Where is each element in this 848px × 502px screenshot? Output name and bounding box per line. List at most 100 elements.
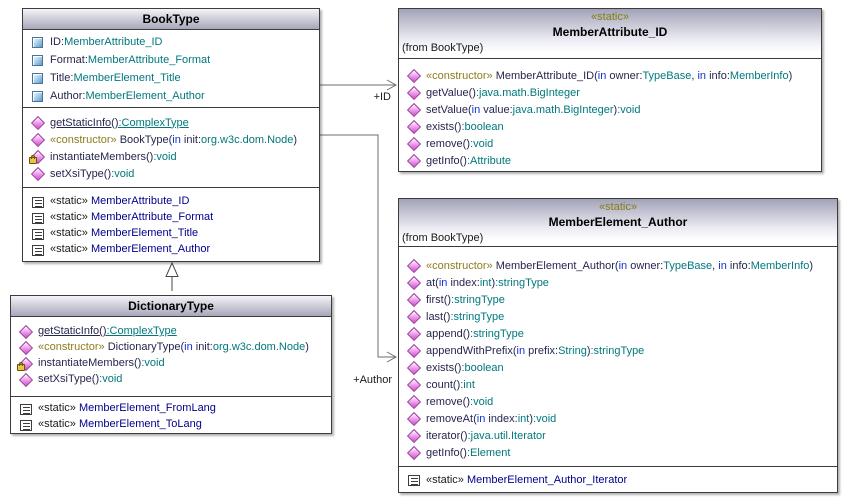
operation-row[interactable]: first():stringType [399, 291, 837, 308]
member-signature: first():stringType [426, 294, 505, 306]
nested-class-row[interactable]: «static» MemberElement_FromLang [11, 400, 331, 416]
member-signature: exists():boolean [426, 362, 504, 374]
member-signature: ID:MemberAttribute_ID [50, 36, 163, 48]
operation-row[interactable]: «constructor» BookType(in init:org.w3c.d… [23, 131, 319, 148]
open-arrow-icon [387, 352, 396, 362]
operation-diamond-icon [407, 378, 420, 391]
member-signature: at(in index:int):stringType [426, 277, 549, 289]
operation-diamond-icon [407, 395, 420, 408]
operation-row[interactable]: setXsiType():void [23, 165, 319, 182]
nested-class-row[interactable]: «static» MemberElement_Title [23, 225, 319, 241]
nested-class-icon [31, 227, 44, 240]
class-box-memberelement-author[interactable]: «static» MemberElement_Author (from Book… [398, 198, 838, 493]
operation-diamond-icon [407, 154, 420, 167]
operation-diamond-icon [407, 446, 420, 459]
class-title-bar[interactable]: «static» MemberElement_Author (from Book… [399, 199, 837, 246]
member-signature: «static» MemberAttribute_ID [50, 195, 189, 207]
member-signature: «constructor» MemberAttribute_ID(in owne… [426, 70, 792, 82]
operation-row[interactable]: at(in index:int):stringType [399, 274, 837, 291]
attribute-icon [31, 90, 44, 103]
operation-row[interactable]: last():stringType [399, 308, 837, 325]
class-from-label: (from BookType) [399, 231, 837, 246]
operation-row[interactable]: iterator():java.util.Iterator [399, 427, 837, 444]
class-box-booktype[interactable]: BookType ID:MemberAttribute_ID Format:Mem… [22, 8, 320, 262]
nested-class-row[interactable]: «static» MemberElement_Author_Iterator [399, 471, 837, 488]
operation-row[interactable]: getStaticInfo():ComplexType [23, 114, 319, 131]
nested-classifiers-compartment: «static» MemberElement_Author_Iterator [399, 466, 837, 492]
nested-class-icon [19, 402, 32, 415]
association-role-label[interactable]: +Author [353, 374, 392, 386]
operation-diamond-icon [407, 103, 420, 116]
uml-diagram-canvas: { "classes": { "bookType": { "name": "Bo… [0, 0, 848, 502]
operation-row[interactable]: instantiateMembers():void [11, 355, 331, 371]
operation-row[interactable]: appendWithPrefix(in prefix:String):strin… [399, 342, 837, 359]
member-signature: getInfo():Attribute [426, 155, 511, 167]
operation-diamond-icon [19, 325, 32, 338]
operation-diamond-icon [407, 137, 420, 150]
open-arrow-icon [387, 80, 396, 90]
operation-row[interactable]: instantiateMembers():void [23, 148, 319, 165]
operation-diamond-icon [407, 69, 420, 82]
association-id[interactable]: +ID [320, 80, 396, 103]
member-signature: «constructor» MemberElement_Author(in ow… [426, 260, 813, 272]
class-stereotype: «static» [399, 200, 837, 214]
class-name: DictionaryType [11, 296, 331, 316]
class-title-bar[interactable]: BookType [23, 9, 319, 29]
nested-class-row[interactable]: «static» MemberAttribute_Format [23, 209, 319, 225]
operation-diamond-icon [19, 341, 32, 354]
operation-row[interactable]: getValue():java.math.BigInteger [399, 84, 821, 101]
member-signature: «constructor» BookType(in init:org.w3c.d… [50, 134, 297, 146]
operation-row[interactable]: getInfo():Attribute [399, 152, 821, 169]
nested-class-row[interactable]: «static» MemberElement_Author [23, 241, 319, 257]
member-signature: append():stringType [426, 328, 524, 340]
nested-class-row[interactable]: «static» MemberAttribute_ID [23, 193, 319, 209]
operation-row[interactable]: getInfo():Element [399, 444, 837, 461]
operation-row[interactable]: setValue(in value:java.math.BigInteger):… [399, 101, 821, 118]
operation-row[interactable]: append():stringType [399, 325, 837, 342]
member-signature: count():int [426, 379, 475, 391]
class-box-memberattribute-id[interactable]: «static» MemberAttribute_ID (from BookTy… [398, 8, 822, 172]
class-name: MemberAttribute_ID [399, 24, 821, 41]
attribute-row[interactable]: Title:MemberElement_Title [23, 69, 319, 87]
class-box-dictionarytype[interactable]: DictionaryType getStaticInfo():ComplexTy… [10, 295, 332, 434]
nested-class-icon [31, 195, 44, 208]
member-signature: getStaticInfo():ComplexType [50, 117, 189, 129]
class-from-label: (from BookType) [399, 41, 821, 56]
class-title-bar[interactable]: DictionaryType [11, 296, 331, 316]
operations-compartment: «constructor» MemberElement_Author(in ow… [399, 246, 837, 466]
attribute-icon [31, 54, 44, 67]
operation-row[interactable]: «constructor» MemberAttribute_ID(in owne… [399, 67, 821, 84]
operation-diamond-icon [19, 373, 32, 386]
nested-class-row[interactable]: «static» MemberElement_ToLang [11, 416, 331, 432]
operation-row[interactable]: remove():void [399, 393, 837, 410]
member-signature: setValue(in value:java.math.BigInteger):… [426, 104, 640, 116]
nested-class-icon [31, 211, 44, 224]
member-signature: Format:MemberAttribute_Format [50, 54, 210, 66]
operation-diamond-icon [31, 116, 44, 129]
generalization-dictionarytype-booktype[interactable] [166, 263, 178, 291]
operation-row[interactable]: getStaticInfo():ComplexType [11, 323, 331, 339]
attribute-row[interactable]: Format:MemberAttribute_Format [23, 51, 319, 69]
nested-class-icon [31, 243, 44, 256]
operation-row[interactable]: removeAt(in index:int):void [399, 410, 837, 427]
association-role-label[interactable]: +ID [374, 91, 391, 103]
operation-row[interactable]: «constructor» DictionaryType(in init:org… [11, 339, 331, 355]
operation-row[interactable]: exists():boolean [399, 118, 821, 135]
operation-row[interactable]: «constructor» MemberElement_Author(in ow… [399, 257, 837, 274]
operation-row[interactable]: count():int [399, 376, 837, 393]
member-signature: «static» MemberElement_Author [50, 243, 210, 255]
operation-diamond-icon [407, 293, 420, 306]
operations-compartment: getStaticInfo():ComplexType«constructor»… [11, 316, 331, 396]
operation-row[interactable]: setXsiType():void [11, 371, 331, 387]
generalization-triangle-icon [166, 263, 178, 277]
attribute-row[interactable]: ID:MemberAttribute_ID [23, 33, 319, 51]
operation-diamond-icon [407, 310, 420, 323]
operation-row[interactable]: exists():boolean [399, 359, 837, 376]
class-title-bar[interactable]: «static» MemberAttribute_ID (from BookTy… [399, 9, 821, 58]
operation-row[interactable]: remove():void [399, 135, 821, 152]
member-signature: getInfo():Element [426, 447, 510, 459]
operation-diamond-icon [31, 133, 44, 146]
operations-compartment: «constructor» MemberAttribute_ID(in owne… [399, 58, 821, 171]
attribute-row[interactable]: Author:MemberElement_Author [23, 87, 319, 105]
member-signature: Title:MemberElement_Title [50, 72, 181, 84]
